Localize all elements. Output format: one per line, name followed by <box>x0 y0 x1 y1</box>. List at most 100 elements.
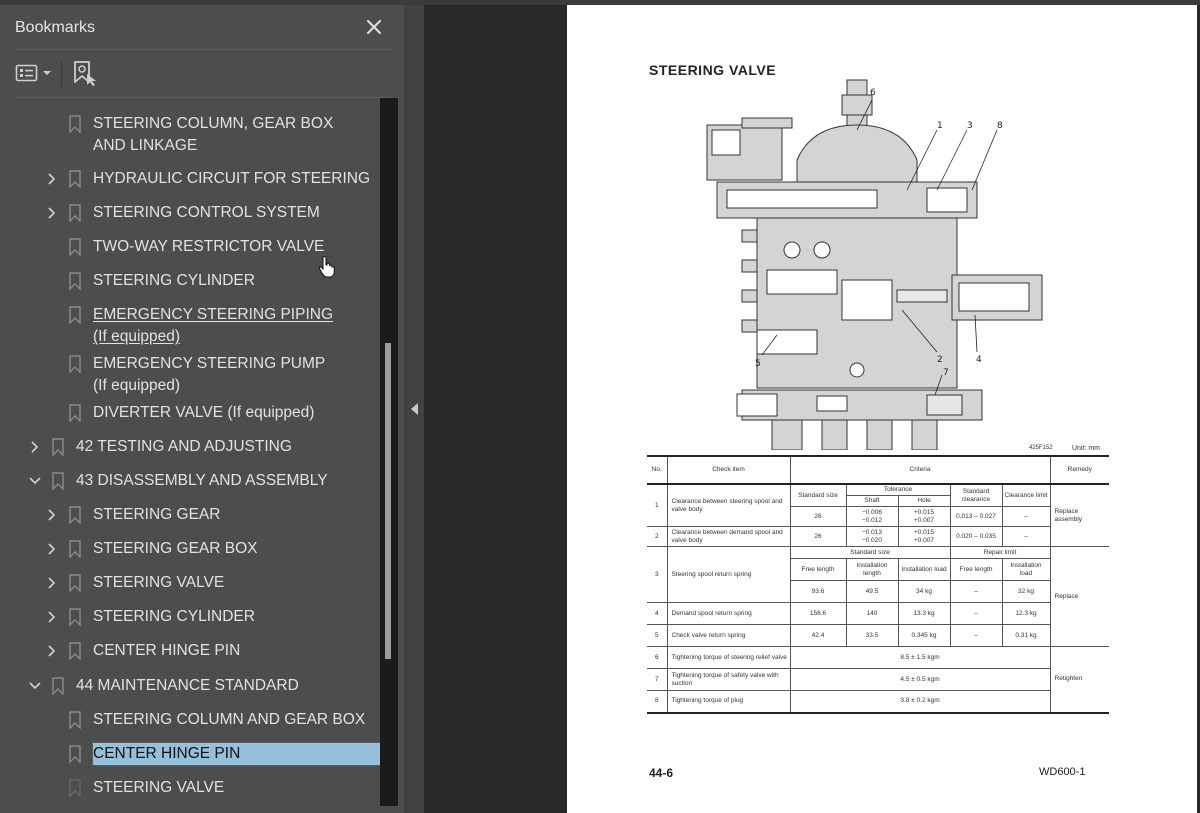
bookmarks-scrollbar[interactable] <box>380 98 398 806</box>
subheader: Free length <box>949 558 1003 581</box>
bookmark-item[interactable]: DIVERTER VALVE (If equipped) <box>0 402 380 426</box>
bookmark-icon <box>69 608 81 626</box>
chevron-right-icon[interactable] <box>45 172 59 186</box>
cell: 26 <box>789 506 847 527</box>
chevron-right-icon[interactable] <box>45 508 59 522</box>
bookmark-item[interactable]: STEERING COLUMN, GEAR BOX AND LINKAGE <box>0 113 380 157</box>
callout-label: 2 <box>937 355 943 365</box>
cell: – <box>1001 506 1051 527</box>
bookmark-tree: STEERING COLUMN, GEAR BOX AND LINKAGE HYD… <box>0 93 380 808</box>
bookmark-item[interactable]: CENTER HINGE PIN <box>0 640 380 664</box>
callout-label: 3 <box>967 121 973 131</box>
subheader: Repair limit <box>949 546 1051 559</box>
header-remedy: Remedy <box>1049 455 1110 485</box>
bookmark-item[interactable]: CENTER HINGE PIN <box>0 742 380 767</box>
panel-collapse-strip <box>404 5 424 813</box>
cell: −0.013 −0.020 <box>845 526 899 547</box>
callout-label: 6 <box>870 88 876 98</box>
cell: 13.3 kg <box>897 602 951 625</box>
check-item: Tightening torque of steering relief val… <box>666 646 791 669</box>
chevron-right-icon[interactable] <box>45 576 59 590</box>
cell: 4.5 ± 0.5 kgm <box>789 668 1051 691</box>
bookmark-icon <box>69 506 81 524</box>
chevron-right-icon[interactable] <box>45 610 59 624</box>
chevron-down-icon <box>43 71 51 75</box>
row-no: 4 <box>647 602 668 625</box>
bookmark-icon <box>69 204 81 222</box>
subheader: Clearance limit <box>1001 483 1051 507</box>
bookmark-icon <box>69 115 81 133</box>
callout-label: 8 <box>997 121 1003 131</box>
bookmark-label: STEERING CYLINDER <box>93 608 255 625</box>
bookmark-item[interactable]: STEERING CYLINDER <box>0 270 380 294</box>
bookmark-icon <box>69 272 81 290</box>
callout-label: 1 <box>937 121 943 131</box>
chevron-right-icon[interactable] <box>45 542 59 556</box>
bookmark-item[interactable]: STEERING VALVE <box>0 777 380 801</box>
check-item: Demand spool return spring <box>666 602 791 625</box>
cell: 0.31 kg <box>1001 624 1051 647</box>
cell: −0.006 −0.012 <box>845 506 899 527</box>
bookmark-label: STEERING GEAR BOX <box>93 540 258 557</box>
cell: 0.013 – 0.027 <box>949 506 1003 527</box>
bookmark-label: STEERING CYLINDER <box>93 272 255 289</box>
header-criteria: Criteria <box>789 455 1051 485</box>
bookmark-item[interactable]: STEERING GEAR BOX <box>0 538 380 562</box>
chevron-right-icon[interactable] <box>28 440 42 454</box>
cell: +0.015 +0.007 <box>897 506 951 527</box>
bookmark-item[interactable]: TWO-WAY RESTRICTOR VALVE <box>0 236 380 260</box>
bookmark-label: 42 TESTING AND ADJUSTING <box>76 438 292 455</box>
bookmark-label: EMERGENCY STEERING PUMP (If equipped) <box>93 355 325 394</box>
bookmark-icon <box>69 574 81 592</box>
cell: 12.3 kg <box>1001 602 1051 625</box>
bookmark-item[interactable]: STEERING CONTROL SYSTEM <box>0 202 380 226</box>
collapse-panel-button[interactable] <box>411 402 419 415</box>
chevron-down-icon[interactable] <box>28 679 42 693</box>
bookmark-item[interactable]: 44 MAINTENANCE STANDARD <box>0 675 380 699</box>
bookmark-item[interactable]: STEERING CYLINDER <box>0 606 380 630</box>
bookmark-options-dropdown[interactable] <box>15 62 55 84</box>
row-no: 8 <box>647 690 668 713</box>
chevron-down-icon[interactable] <box>28 474 42 488</box>
bookmark-item[interactable]: HYDRAULIC CIRCUIT FOR STEERING <box>0 168 380 192</box>
check-item: Steering spool return spring <box>666 546 791 603</box>
bookmark-item[interactable]: EMERGENCY STEERING PUMP (If equipped) <box>0 353 380 397</box>
subheader: Tolerance <box>845 483 951 496</box>
cell: – <box>949 602 1003 625</box>
bookmark-icon <box>69 745 81 763</box>
bookmark-item[interactable]: EMERGENCY STEERING PIPING (If equipped) <box>0 304 380 348</box>
scrollbar-thumb[interactable] <box>385 343 391 659</box>
new-bookmark-button[interactable] <box>72 60 98 88</box>
bookmark-item[interactable]: 43 DISASSEMBLY AND ASSEMBLY <box>0 470 380 494</box>
bookmark-item[interactable]: STEERING COLUMN AND GEAR BOX <box>0 709 380 733</box>
bookmark-item[interactable]: STEERING VALVE <box>0 572 380 596</box>
bookmark-label: HYDRAULIC CIRCUIT FOR STEERING <box>93 170 371 187</box>
subheader: Installation load <box>897 558 951 581</box>
cell: 8.5 ± 1.5 kgm <box>789 646 1051 669</box>
bookmark-label: STEERING CONTROL SYSTEM <box>93 204 320 221</box>
bookmark-item[interactable]: STEERING GEAR <box>0 504 380 528</box>
new-bookmark-icon <box>74 61 96 86</box>
chevron-right-icon[interactable] <box>45 644 59 658</box>
bookmark-item[interactable]: 42 TESTING AND ADJUSTING <box>0 436 380 460</box>
steering-valve-diagram: 6 1 3 8 5 2 4 7 <box>706 79 1043 450</box>
bookmark-label: STEERING VALVE <box>93 779 225 796</box>
cell: 26 <box>789 526 847 547</box>
bookmark-label: STEERING GEAR <box>93 506 221 523</box>
bookmark-icon <box>69 404 81 422</box>
close-panel-button[interactable] <box>362 15 386 39</box>
page-number: 44-6 <box>649 766 674 780</box>
bookmark-label: DIVERTER VALVE (If equipped) <box>93 404 315 421</box>
check-item: Check valve return spring <box>666 624 791 647</box>
close-icon <box>366 19 382 35</box>
cell: 0.020 – 0.035 <box>949 526 1003 547</box>
cell: 34 kg <box>897 580 951 603</box>
bookmark-label: CENTER HINGE PIN <box>92 742 380 766</box>
bookmark-label: CENTER HINGE PIN <box>93 642 241 659</box>
bookmark-icon <box>69 238 81 256</box>
subheader: Standard size <box>789 546 951 559</box>
bookmark-label: STEERING VALVE <box>93 574 225 591</box>
bookmark-label: TWO-WAY RESTRICTOR VALVE <box>93 238 325 255</box>
chevron-right-icon[interactable] <box>45 206 59 220</box>
bookmark-label: STEERING COLUMN, GEAR BOX AND LINKAGE <box>93 115 334 154</box>
